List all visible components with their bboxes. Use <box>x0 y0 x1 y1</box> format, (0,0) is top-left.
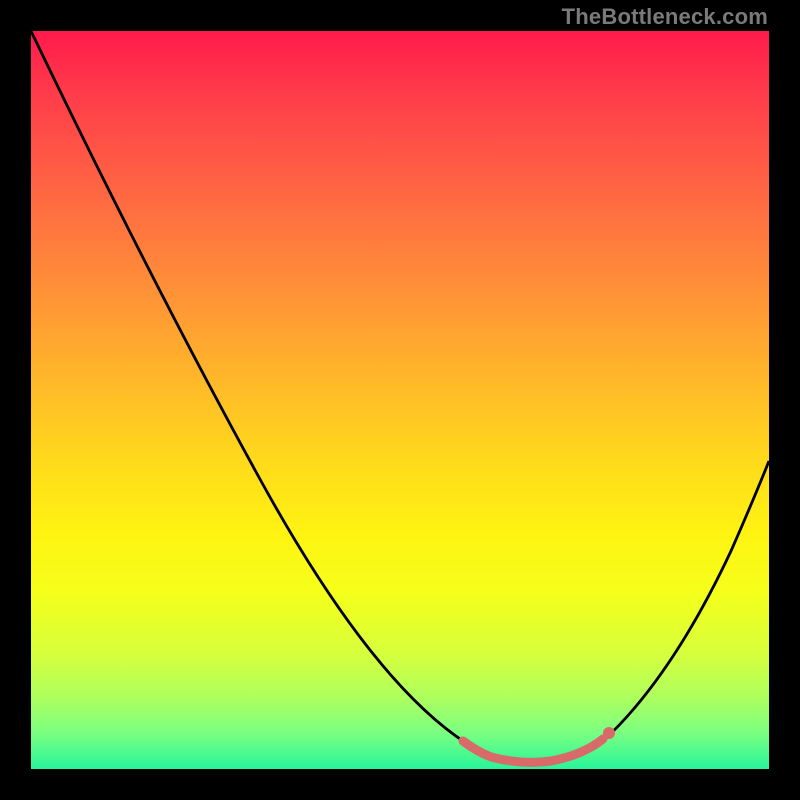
marker-end-dot <box>603 727 615 739</box>
bottleneck-curve <box>31 31 769 763</box>
optimal-range-marker <box>463 739 603 762</box>
curve-layer <box>31 31 769 769</box>
watermark-text: TheBottleneck.com <box>562 4 768 30</box>
chart-frame: TheBottleneck.com <box>0 0 800 800</box>
plot-area <box>31 31 769 769</box>
